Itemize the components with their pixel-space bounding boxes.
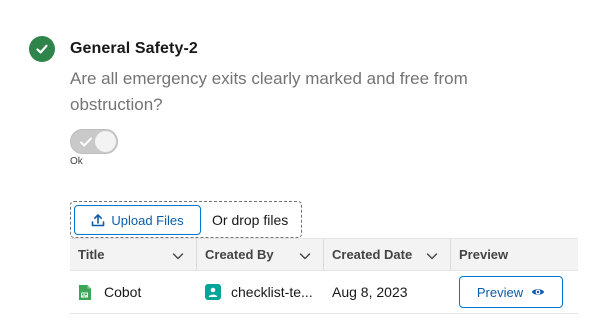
- column-header-title[interactable]: Title: [70, 239, 197, 270]
- toggle-check-icon: [80, 137, 92, 147]
- image-file-icon: [79, 284, 91, 300]
- upload-icon: [92, 214, 105, 227]
- column-title-label: Title: [78, 247, 105, 262]
- files-table: Title Created By Created Date Preview Co…: [70, 238, 578, 314]
- question-status-icon: [29, 36, 55, 62]
- table-row: Cobot checklist-te... Aug 8, 2023 Previe…: [70, 271, 578, 314]
- created-date-cell: Aug 8, 2023: [324, 271, 451, 313]
- column-created-by-label: Created By: [205, 247, 274, 262]
- chevron-down-icon[interactable]: [172, 250, 184, 262]
- chevron-down-icon[interactable]: [426, 250, 438, 262]
- column-header-created-by[interactable]: Created By: [197, 239, 324, 270]
- drop-files-text: Or drop files: [212, 212, 289, 228]
- preview-button-label: Preview: [476, 284, 524, 300]
- chevron-down-icon[interactable]: [299, 250, 311, 262]
- created-by-name: checklist-te...: [231, 284, 313, 300]
- column-preview-label: Preview: [459, 247, 509, 262]
- created-by-cell[interactable]: checklist-te...: [197, 271, 324, 313]
- table-header: Title Created By Created Date Preview: [70, 238, 578, 271]
- check-icon: [36, 44, 48, 54]
- upload-files-button[interactable]: Upload Files: [74, 205, 201, 235]
- person-icon: [208, 287, 218, 297]
- created-date: Aug 8, 2023: [332, 284, 408, 300]
- file-title-cell[interactable]: Cobot: [70, 271, 197, 313]
- file-title: Cobot: [104, 284, 142, 300]
- user-icon: [205, 284, 221, 300]
- ok-toggle[interactable]: [70, 129, 118, 154]
- column-header-preview: Preview: [451, 239, 578, 270]
- preview-cell: Preview: [451, 271, 578, 313]
- column-created-date-label: Created Date: [332, 247, 413, 262]
- question-title: General Safety-2: [70, 40, 198, 57]
- preview-button[interactable]: Preview: [459, 276, 563, 308]
- toggle-label: Ok: [70, 156, 83, 167]
- file-drop-zone[interactable]: Upload Files Or drop files: [70, 201, 302, 238]
- toggle-knob: [95, 131, 116, 152]
- column-header-created-date[interactable]: Created Date: [324, 239, 451, 270]
- question-text: Are all emergency exits clearly marked a…: [70, 69, 468, 114]
- upload-files-label: Upload Files: [111, 212, 184, 228]
- eye-icon: [531, 289, 545, 295]
